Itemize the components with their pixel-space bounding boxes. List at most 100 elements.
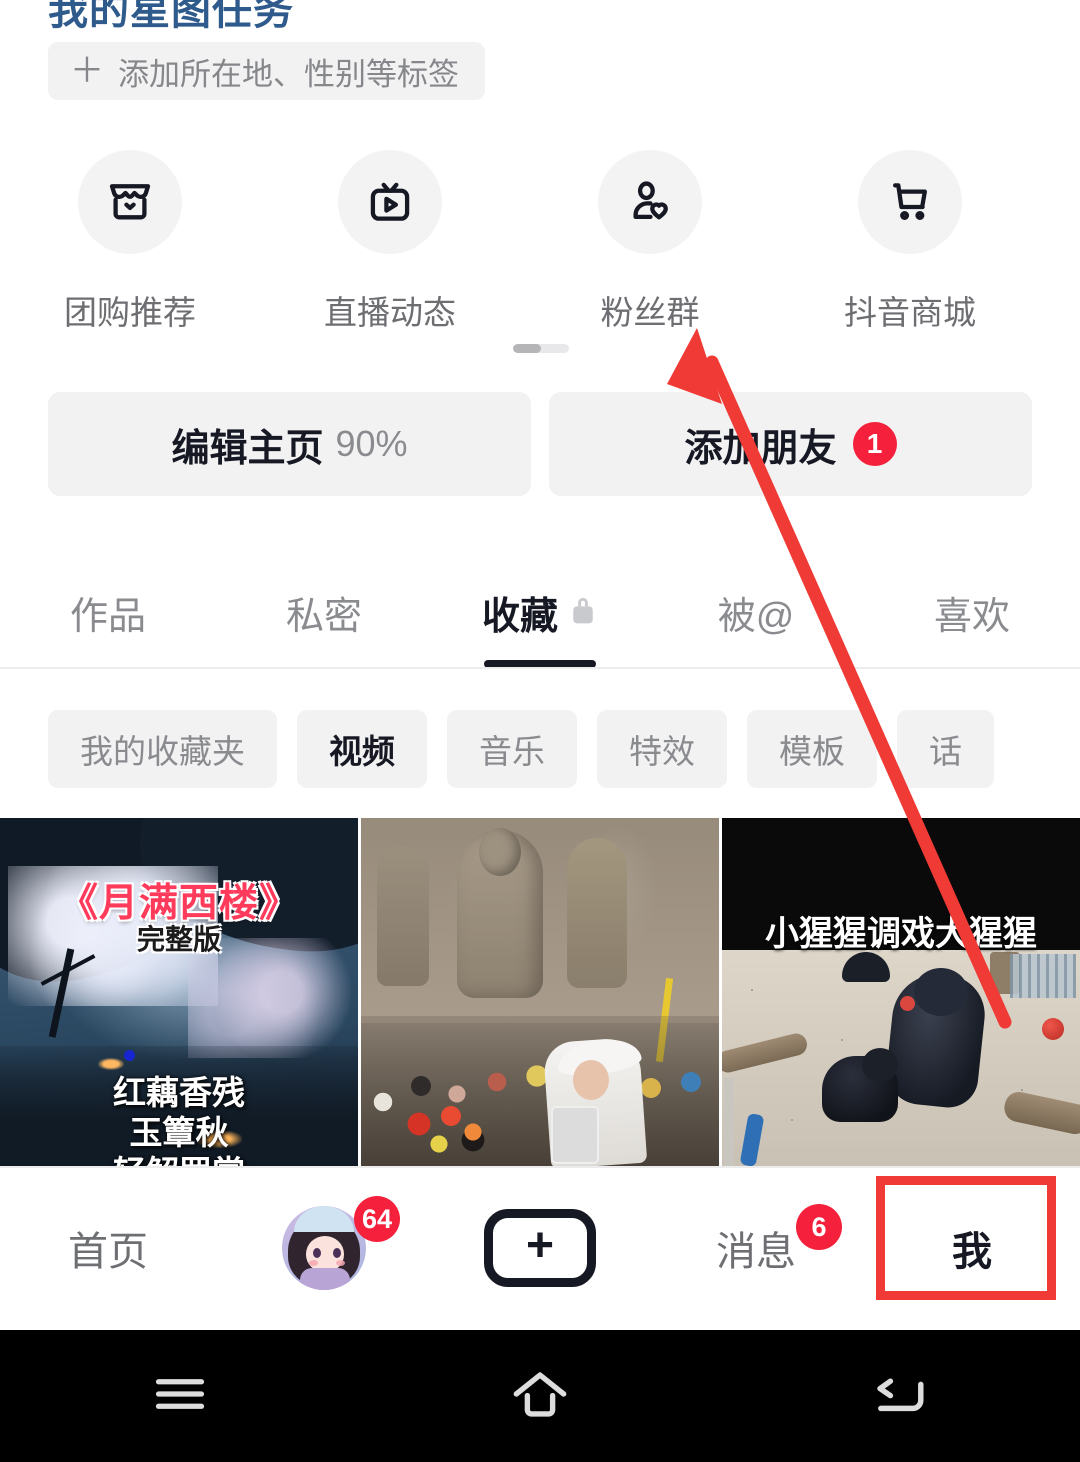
chip-music[interactable]: 音乐 <box>447 710 577 788</box>
video-caption: 小猩猩调戏大猩猩 <box>765 915 1037 953</box>
nav-label: 消息 <box>716 1230 796 1274</box>
avatar-cheek <box>309 1260 318 1266</box>
edit-profile-label: 编辑主页 <box>171 427 324 470</box>
tab-divider <box>0 667 1080 669</box>
red-ball <box>900 996 915 1011</box>
shortcut-mall[interactable]: 抖音商城 <box>780 150 1040 334</box>
tab-label: 私密 <box>285 595 362 638</box>
tab-private[interactable]: 私密 <box>216 556 432 668</box>
profile-action-row: 编辑主页 90% 添加朋友 1 <box>48 392 1032 496</box>
chip-templates[interactable]: 模板 <box>747 710 877 788</box>
shopping-cart-icon <box>858 150 962 254</box>
tab-likes[interactable]: 喜欢 <box>864 556 1080 668</box>
large-gorilla-head <box>914 968 968 1016</box>
tab-label: 作品 <box>69 595 146 638</box>
add-friend-button[interactable]: 添加朋友 1 <box>549 392 1032 496</box>
add-friend-badge: 1 <box>852 422 897 466</box>
edit-profile-percent: 90% <box>335 423 408 464</box>
app-screen: 我的星图任务 ＋ 添加所在地、性别等标签 团购推荐 直播动态 粉丝群 抖音商城 … <box>0 0 1080 1462</box>
nav-profile[interactable]: 我 <box>864 1168 1080 1328</box>
rail <box>724 1078 734 1166</box>
video-thumbnail-gorilla[interactable]: 小猩猩调戏大猩猩 <box>722 818 1080 1166</box>
nav-create-post[interactable]: + <box>432 1168 648 1328</box>
bottom-navigation-bar: 首页 64 + 消息 6 我 <box>0 1168 1080 1328</box>
tab-favorites[interactable]: 收藏 <box>432 556 648 668</box>
flower-bouquet <box>395 1100 505 1160</box>
nav-label: 我 <box>952 1230 992 1274</box>
plus-glyph: + <box>525 1219 555 1272</box>
video-thumbnail-grottoes[interactable] <box>361 818 719 1166</box>
shortcut-label: 粉丝群 <box>600 294 700 331</box>
tab-label: 被@ <box>717 595 795 638</box>
lock-icon <box>568 593 598 632</box>
video-subtitle: 完整版 <box>136 924 221 955</box>
tab-mentions[interactable]: 被@ <box>648 556 864 668</box>
plus-icon: ＋ <box>70 52 104 90</box>
stone-statue <box>567 838 627 988</box>
chip-my-folder[interactable]: 我的收藏夹 <box>48 710 277 788</box>
messages-badge: 6 <box>796 1204 842 1250</box>
storefront-icon <box>78 150 182 254</box>
chip-label: 特效 <box>629 733 695 770</box>
sysnav-recents[interactable] <box>0 1371 360 1422</box>
red-ball <box>1042 1018 1064 1040</box>
avatar-wrap: 64 <box>282 1196 400 1290</box>
add-tag-label: 添加所在地、性别等标签 <box>118 56 459 92</box>
fence <box>1010 954 1076 998</box>
back-icon <box>871 1370 929 1423</box>
chip-effects[interactable]: 特效 <box>597 710 727 788</box>
live-tv-icon <box>338 150 442 254</box>
shortcut-label: 团购推荐 <box>64 294 196 331</box>
shortcut-page-indicator <box>513 344 569 353</box>
shortcut-group-buy[interactable]: 团购推荐 <box>0 150 260 334</box>
system-navigation-bar <box>0 1330 1080 1462</box>
performer-face <box>573 1060 609 1100</box>
nav-label: 首页 <box>68 1230 148 1274</box>
friends-badge: 64 <box>354 1196 400 1242</box>
profile-tab-bar: 作品 私密 收藏 被@ 喜欢 <box>0 556 1080 668</box>
small-gorilla-head <box>862 1048 898 1082</box>
chip-label: 音乐 <box>479 733 545 770</box>
collection-grid: 《月满西楼》 完整版 红藕香残 玉簟秋 轻解罗裳 <box>0 818 1080 1166</box>
nav-friends-avatar[interactable]: 64 <box>216 1168 432 1328</box>
chip-overflow[interactable]: 话 <box>897 710 994 788</box>
chip-label: 模板 <box>779 733 845 770</box>
menu-icon <box>152 1371 208 1422</box>
nav-messages[interactable]: 消息 6 <box>648 1168 864 1328</box>
avatar-hat <box>294 1206 354 1232</box>
tab-label: 喜欢 <box>933 595 1010 638</box>
fans-group-icon <box>598 150 702 254</box>
chip-video[interactable]: 视频 <box>297 710 427 788</box>
shortcut-live-feed[interactable]: 直播动态 <box>260 150 520 334</box>
stone-statue <box>377 846 429 986</box>
avatar-cheek <box>336 1260 345 1266</box>
chip-label: 话 <box>929 733 962 770</box>
star-task-title: 我的星图任务 <box>48 0 294 33</box>
lyric-line: 轻解罗裳 <box>0 1146 358 1166</box>
avatar-eye <box>333 1248 341 1258</box>
home-icon <box>510 1368 570 1425</box>
avatar-eye <box>313 1248 321 1258</box>
page-indicator-active-segment <box>513 344 541 353</box>
edit-profile-button[interactable]: 编辑主页 90% <box>48 392 531 496</box>
video-thumbnail-moonlit[interactable]: 《月满西楼》 完整版 红藕香残 玉簟秋 轻解罗裳 <box>0 818 358 1166</box>
shortcut-row: 团购推荐 直播动态 粉丝群 抖音商城 <box>0 150 1080 334</box>
shortcut-label: 抖音商城 <box>844 294 976 331</box>
shortcut-label: 直播动态 <box>324 294 456 331</box>
sysnav-back[interactable] <box>720 1370 1080 1423</box>
chip-label: 视频 <box>329 733 395 770</box>
blue-dot-marker <box>124 1050 135 1061</box>
tab-works[interactable]: 作品 <box>0 556 216 668</box>
add-tag-button[interactable]: ＋ 添加所在地、性别等标签 <box>48 42 485 100</box>
avatar-collar <box>300 1268 350 1290</box>
add-friend-label: 添加朋友 <box>684 427 837 470</box>
nav-home[interactable]: 首页 <box>0 1168 216 1328</box>
buddha-head <box>479 828 521 876</box>
filter-chip-row: 我的收藏夹 视频 音乐 特效 模板 话 <box>0 700 1080 798</box>
sysnav-home[interactable] <box>360 1368 720 1425</box>
phone-screen <box>551 1106 599 1164</box>
chip-label: 我的收藏夹 <box>80 733 245 770</box>
plus-icon[interactable]: + <box>484 1209 596 1287</box>
tab-label: 收藏 <box>481 595 558 638</box>
shortcut-fans-group[interactable]: 粉丝群 <box>520 150 780 334</box>
